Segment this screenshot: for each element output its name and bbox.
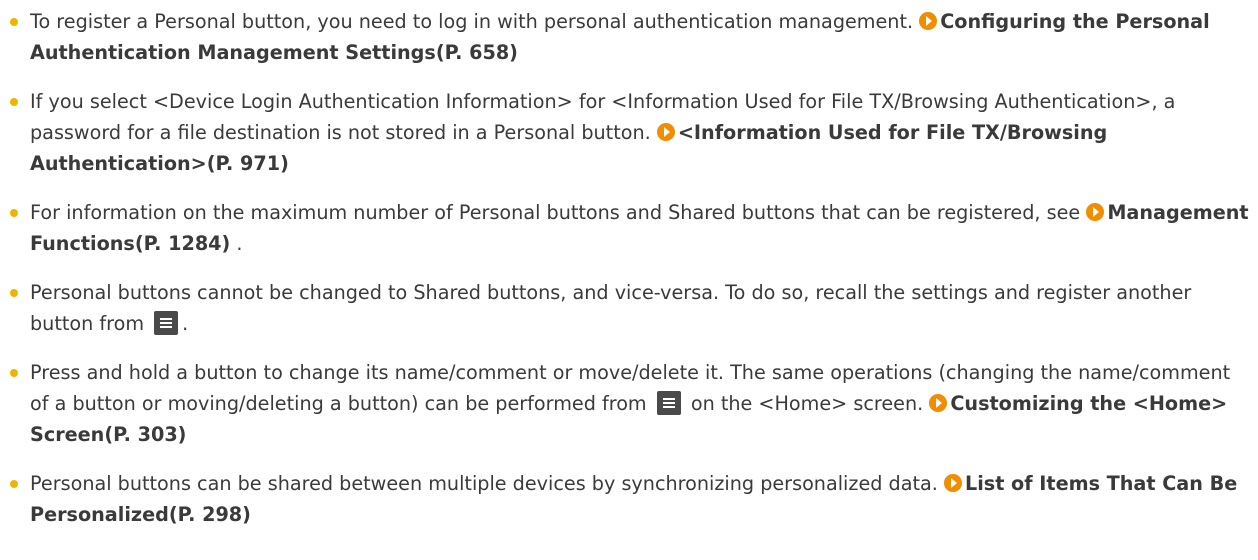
note-item-shared-devices: Personal buttons can be shared between m… <box>0 468 1258 530</box>
link-arrow-icon <box>943 474 962 492</box>
link-arrow-icon <box>656 123 675 141</box>
note-item-cannot-change: Personal buttons cannot be changed to Sh… <box>0 277 1258 339</box>
menu-icon <box>154 311 179 335</box>
note-text: Personal buttons can be shared between m… <box>30 472 944 495</box>
note-text: For information on the maximum number of… <box>30 201 1087 224</box>
note-text-mid: on the <Home> screen. <box>684 392 930 415</box>
note-text: Personal buttons cannot be changed to Sh… <box>30 281 1192 335</box>
note-text-end: . <box>230 232 243 255</box>
link-arrow-icon <box>919 12 938 30</box>
menu-icon <box>656 391 681 415</box>
link-arrow-icon <box>929 394 948 412</box>
note-item-maximum-number: For information on the maximum number of… <box>0 197 1258 259</box>
link-arrow-icon <box>1086 203 1105 221</box>
note-text: To register a Personal button, you need … <box>30 10 920 33</box>
note-item-press-hold: Press and hold a button to change its na… <box>0 357 1258 450</box>
notes-list: To register a Personal button, you need … <box>0 0 1258 530</box>
note-item-device-login: If you select <Device Login Authenticati… <box>0 86 1258 179</box>
note-text-end: . <box>182 312 189 335</box>
note-item-personal-auth: To register a Personal button, you need … <box>0 6 1258 68</box>
